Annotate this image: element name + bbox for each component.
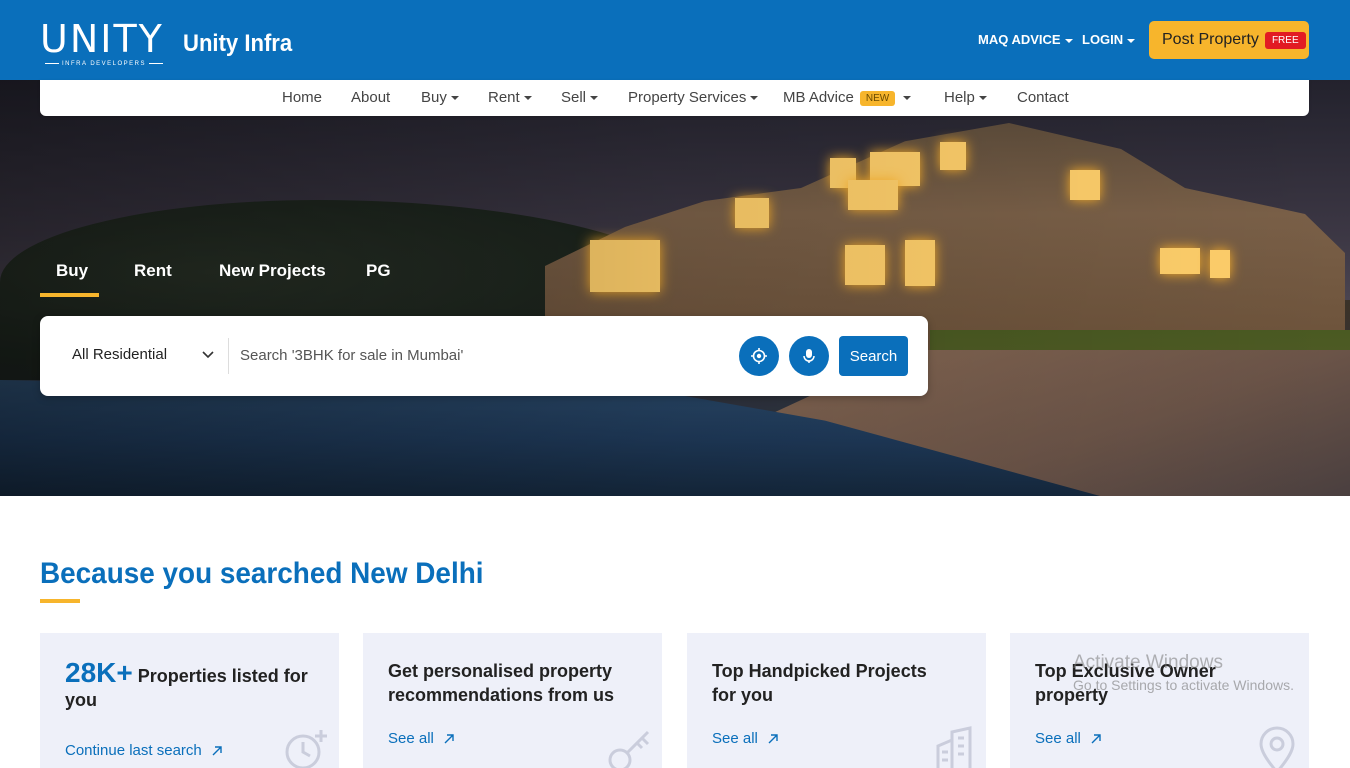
activate-windows-watermark: Activate Windows — [1073, 652, 1223, 673]
voice-search-button[interactable] — [789, 336, 829, 376]
active-tab-indicator — [40, 293, 99, 297]
key-icon — [608, 730, 650, 768]
top-header: UNITY INFRA DEVELOPERS Unity Infra MAQ A… — [0, 0, 1350, 80]
activate-windows-hint: Go to Settings to activate Windows. — [1073, 677, 1294, 693]
continue-last-search-link[interactable]: Continue last search — [65, 742, 224, 760]
tab-rent[interactable]: Rent — [134, 262, 172, 280]
maq-advice-menu[interactable]: MAQ ADVICE — [978, 32, 1073, 48]
card-title: Get personalised property recommendation… — [388, 661, 615, 705]
tab-buy[interactable]: Buy — [56, 262, 88, 280]
arrow-up-right-icon — [444, 734, 454, 744]
properties-count: 28K+ — [65, 657, 133, 688]
section-underline — [40, 599, 80, 603]
microphone-icon — [803, 349, 815, 363]
card-properties-listed[interactable]: 28K+ Properties listed for you Continue … — [40, 633, 339, 768]
nav-home[interactable]: Home — [282, 90, 322, 106]
post-property-label: Post Property — [1162, 31, 1259, 48]
divider — [228, 338, 229, 374]
search-button[interactable]: Search — [839, 336, 908, 376]
card-title: 28K+ Properties listed for you — [65, 659, 325, 712]
logo-subtext: INFRA DEVELOPERS — [40, 60, 168, 68]
post-property-button[interactable]: Post Property FREE — [1149, 21, 1309, 59]
brand-name[interactable]: Unity Infra — [183, 30, 292, 58]
new-badge: NEW — [859, 90, 896, 106]
card-link-label: See all — [1035, 730, 1081, 747]
nav-about[interactable]: About — [351, 90, 390, 106]
property-type-select[interactable]: All Residential — [72, 347, 167, 363]
building-icon — [936, 726, 972, 768]
unity-logo[interactable]: UNITY INFRA DEVELOPERS — [40, 16, 170, 70]
tab-pg[interactable]: PG — [366, 262, 391, 280]
nav-property-services[interactable]: Property Services — [628, 90, 758, 106]
chevron-down-icon[interactable] — [200, 346, 216, 362]
nav-mb-advice-label: MB Advice — [783, 89, 854, 106]
card-link-label: Continue last search — [65, 742, 202, 759]
nav-rent[interactable]: Rent — [488, 90, 532, 106]
search-input[interactable] — [240, 344, 720, 366]
nav-buy[interactable]: Buy — [421, 90, 459, 106]
section-title: Because you searched New Delhi — [40, 557, 484, 590]
see-all-link[interactable]: See all — [712, 730, 780, 748]
main-nav: Home About Buy Rent Sell Property Servic… — [40, 80, 1309, 116]
search-box: All Residential Search — [40, 316, 928, 396]
clock-plus-icon — [285, 730, 327, 768]
location-pin-icon — [1259, 726, 1295, 768]
logo-text: UNITY — [40, 17, 164, 61]
nav-mb-advice[interactable]: MB Advice NEW — [783, 90, 911, 106]
nav-sell[interactable]: Sell — [561, 90, 598, 106]
card-title: Top Handpicked Projects for you — [712, 661, 927, 705]
nav-help[interactable]: Help — [944, 90, 987, 106]
card-link-label: See all — [712, 730, 758, 747]
card-handpicked-projects[interactable]: Top Handpicked Projects for you See all — [687, 633, 986, 768]
hero-image — [0, 80, 1350, 496]
nav-contact[interactable]: Contact — [1017, 90, 1069, 106]
see-all-link[interactable]: See all — [388, 730, 456, 748]
login-menu[interactable]: LOGIN — [1082, 32, 1135, 48]
see-all-link[interactable]: See all — [1035, 730, 1103, 748]
arrow-up-right-icon — [768, 734, 778, 744]
arrow-up-right-icon — [212, 746, 222, 756]
card-personalised-recommendations[interactable]: Get personalised property recommendation… — [363, 633, 662, 768]
free-badge: FREE — [1264, 31, 1306, 49]
arrow-up-right-icon — [1091, 734, 1101, 744]
tab-new-projects[interactable]: New Projects — [219, 262, 326, 280]
target-icon — [751, 348, 767, 364]
locate-me-button[interactable] — [739, 336, 779, 376]
card-link-label: See all — [388, 730, 434, 747]
